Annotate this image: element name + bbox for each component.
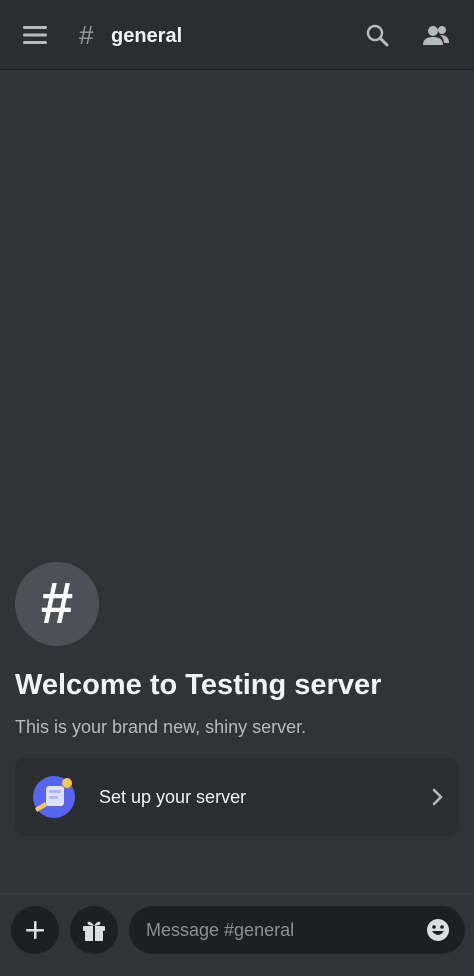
members-icon	[423, 26, 449, 45]
plus-icon	[26, 921, 44, 939]
menu-button[interactable]	[17, 17, 53, 53]
hash-glyph: #	[40, 571, 74, 636]
message-placeholder: Message #general	[146, 920, 295, 940]
welcome-subtitle: This is your brand new, shiny server.	[15, 717, 307, 737]
channel-name[interactable]: general	[111, 25, 182, 48]
chevron-right-icon	[432, 788, 443, 806]
message-input[interactable]: Message #general	[129, 906, 465, 954]
channel-avatar: #	[15, 562, 99, 646]
members-button[interactable]	[418, 17, 454, 53]
emoji-icon[interactable]	[426, 918, 450, 942]
menu-icon	[23, 26, 47, 44]
add-attachment-button[interactable]	[11, 906, 59, 954]
search-icon	[366, 24, 389, 47]
server-setup-icon	[33, 776, 75, 818]
search-button[interactable]	[359, 17, 395, 53]
message-composer: Message #general	[0, 893, 474, 976]
channel-hash-icon: #	[79, 20, 94, 50]
welcome-title: Welcome to Testing server	[15, 669, 382, 701]
setup-server-label: Set up your server	[99, 787, 247, 807]
setup-server-card[interactable]: Set up your server	[15, 758, 459, 836]
gift-icon	[83, 921, 105, 941]
channel-header: # general	[0, 0, 474, 70]
gift-button[interactable]	[70, 906, 118, 954]
